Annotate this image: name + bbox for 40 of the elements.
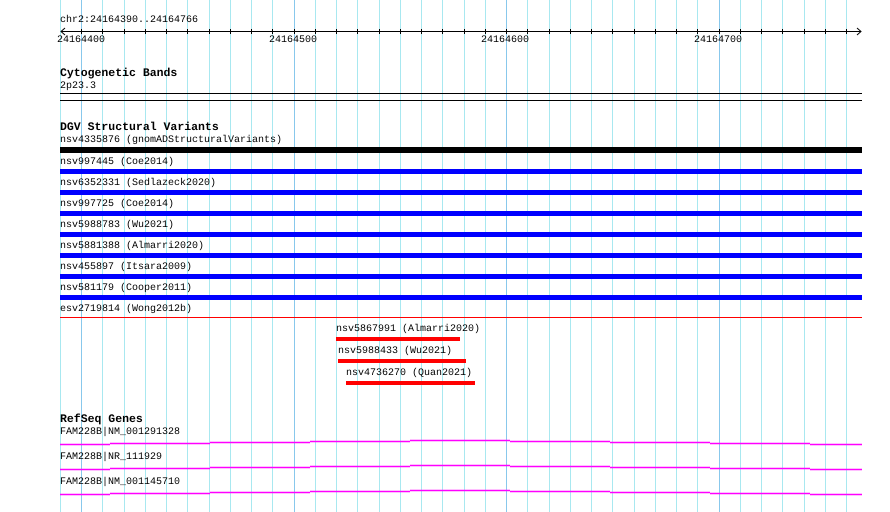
feature-label: nsv581179 (Cooper2011) (60, 282, 194, 295)
ruler-tick-label: 24164500 (269, 35, 318, 47)
variant-bar[interactable] (60, 295, 862, 300)
feature-label: nsv4736270 (Quan2021) (346, 367, 474, 380)
gene-model-line[interactable] (60, 439, 862, 446)
feature-label: nsv5881388 (Almarri2020) (60, 240, 206, 253)
feature-label: nsv4335876 (gnomADStructuralVariants) (60, 134, 284, 147)
variant-bar[interactable] (60, 232, 862, 237)
cytoband-bar[interactable] (60, 93, 862, 101)
variant-bar[interactable] (60, 274, 862, 279)
variant-bar[interactable] (346, 381, 475, 385)
location-label: chr2:24164390..24164766 (60, 15, 198, 27)
variant-bar[interactable] (60, 211, 862, 216)
variant-line[interactable] (60, 317, 862, 318)
ruler-tick-label: 24164700 (694, 35, 742, 47)
feature-label: FAM228B|NM_001145710 (60, 476, 182, 489)
variant-bar[interactable] (336, 337, 460, 341)
track-title: RefSeq Genes (60, 413, 143, 426)
feature-label: nsv997725 (Coe2014) (60, 198, 176, 211)
track-title: Cytogenetic Bands (60, 67, 178, 80)
track-title: DGV Structural Variants (60, 121, 219, 134)
ruler-tick-label: 24164400 (57, 35, 106, 47)
feature-label: nsv5988783 (Wu2021) (60, 219, 176, 232)
gene-model-line[interactable] (60, 464, 862, 471)
variant-bar[interactable] (60, 147, 862, 153)
feature-label: nsv6352331 (Sedlazeck2020) (60, 177, 218, 190)
feature-label: nsv5988433 (Wu2021) (338, 345, 454, 358)
variant-bar[interactable] (60, 253, 862, 258)
gene-model-line[interactable] (60, 489, 862, 496)
feature-label: FAM228B|NR_111929 (60, 451, 164, 464)
variant-bar[interactable] (60, 169, 862, 174)
variant-bar[interactable] (60, 190, 862, 195)
feature-label: nsv5867991 (Almarri2020) (336, 323, 480, 336)
variant-bar[interactable] (338, 359, 466, 363)
feature-label: 2p23.3 (60, 80, 98, 93)
feature-label: esv2719814 (Wong2012b) (60, 303, 194, 316)
feature-label: nsv455897 (Itsara2009) (60, 261, 194, 274)
ruler-tick-label: 24164600 (481, 35, 530, 47)
feature-label: FAM228B|NM_001291328 (60, 426, 182, 439)
feature-label: nsv997445 (Coe2014) (60, 156, 176, 169)
